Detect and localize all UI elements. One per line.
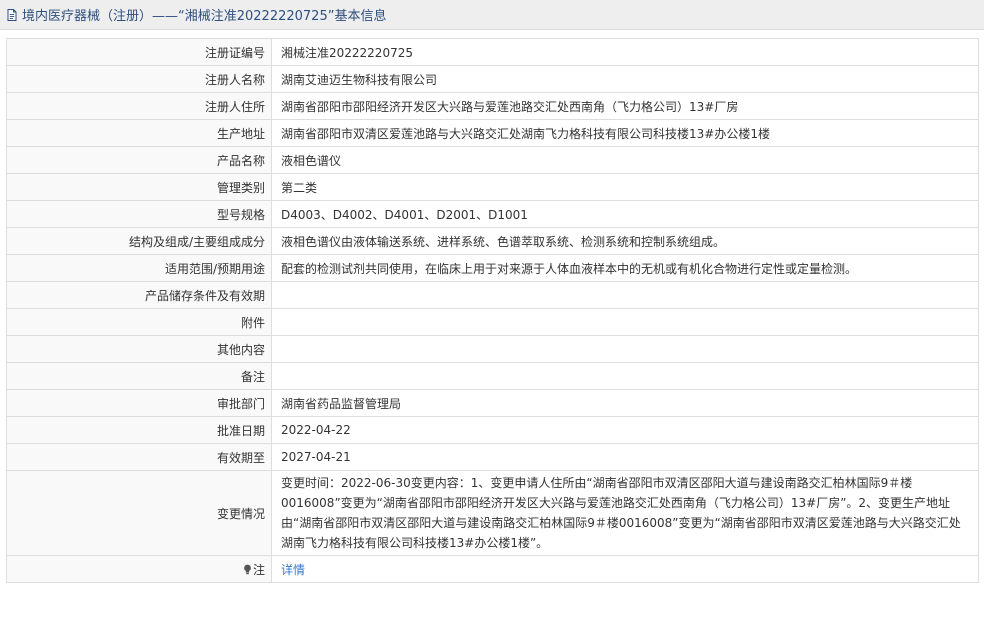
- row-value: 湖南艾迪迈生物科技有限公司: [271, 65, 979, 93]
- table-row: 适用范围/预期用途 配套的检测试剂共同使用，在临床上用于对来源于人体血液样本中的…: [6, 254, 979, 282]
- row-label: 结构及组成/主要组成成分: [6, 227, 272, 255]
- table-row: 注 详情: [6, 555, 979, 583]
- note-label: 注: [252, 562, 265, 577]
- table-row: 附件: [6, 308, 979, 336]
- row-value: 2022-04-22: [271, 416, 979, 444]
- row-value: 变更时间：2022-06-30变更内容：1、变更申请人住所由“湖南省邵阳市双清区…: [271, 470, 979, 556]
- row-label: 注册证编号: [6, 38, 272, 66]
- row-value: 2027-04-21: [271, 443, 979, 471]
- row-label: 注册人名称: [6, 65, 272, 93]
- table-row: 产品名称 液相色谱仪: [6, 146, 979, 174]
- page-title: 境内医疗器械（注册）——“湘械注准20222220725”基本信息: [22, 9, 387, 24]
- table-row: 审批部门 湖南省药品监督管理局: [6, 389, 979, 417]
- table-row: 注册人名称 湖南艾迪迈生物科技有限公司: [6, 65, 979, 93]
- row-value: 配套的检测试剂共同使用，在临床上用于对来源于人体血液样本中的无机或有机化合物进行…: [271, 254, 979, 282]
- row-label: 审批部门: [6, 389, 272, 417]
- table-row: 注册人住所 湖南省邵阳市邵阳经济开发区大兴路与爱莲池路交汇处西南角（飞力格公司）…: [6, 92, 979, 120]
- row-label: 产品名称: [6, 146, 272, 174]
- table-row: 结构及组成/主要组成成分 液相色谱仪由液体输送系统、进样系统、色谱萃取系统、检测…: [6, 227, 979, 255]
- row-label: 管理类别: [6, 173, 272, 201]
- row-label: 注册人住所: [6, 92, 272, 120]
- table-row: 变更情况 变更时间：2022-06-30变更内容：1、变更申请人住所由“湖南省邵…: [6, 470, 979, 556]
- table-row: 其他内容: [6, 335, 979, 363]
- detail-table: 注册证编号 湘械注准20222220725 注册人名称 湖南艾迪迈生物科技有限公…: [6, 38, 979, 583]
- row-label: 其他内容: [6, 335, 272, 363]
- table-row: 批准日期 2022-04-22: [6, 416, 979, 444]
- details-link[interactable]: 详情: [281, 563, 305, 577]
- table-row: 产品储存条件及有效期: [6, 281, 979, 309]
- row-label: 型号规格: [6, 200, 272, 228]
- page-header: 境内医疗器械（注册）——“湘械注准20222220725”基本信息: [0, 0, 984, 30]
- row-value: [271, 281, 979, 309]
- row-label: 产品储存条件及有效期: [6, 281, 272, 309]
- row-label: 适用范围/预期用途: [6, 254, 272, 282]
- table-row: 注册证编号 湘械注准20222220725: [6, 38, 979, 66]
- table-row: 备注: [6, 362, 979, 390]
- table-row: 管理类别 第二类: [6, 173, 979, 201]
- row-label: 变更情况: [6, 470, 272, 556]
- row-value: 液相色谱仪: [271, 146, 979, 174]
- row-value: 湘械注准20222220725: [271, 38, 979, 66]
- row-value: D4003、D4002、D4001、D2001、D1001: [271, 200, 979, 228]
- row-value: 湖南省邵阳市邵阳经济开发区大兴路与爱莲池路交汇处西南角（飞力格公司）13#厂房: [271, 92, 979, 120]
- note-label-cell: 注: [6, 555, 272, 583]
- row-value: 湖南省邵阳市双清区爱莲池路与大兴路交汇处湖南飞力格科技有限公司科技楼13#办公楼…: [271, 119, 979, 147]
- row-label: 有效期至: [6, 443, 272, 471]
- row-value: [271, 335, 979, 363]
- row-label: 备注: [6, 362, 272, 390]
- row-value: 液相色谱仪由液体输送系统、进样系统、色谱萃取系统、检测系统和控制系统组成。: [271, 227, 979, 255]
- row-value: [271, 308, 979, 336]
- note-value-cell: 详情: [271, 555, 979, 583]
- table-row: 有效期至 2027-04-21: [6, 443, 979, 471]
- row-label: 生产地址: [6, 119, 272, 147]
- row-label: 附件: [6, 308, 272, 336]
- lightbulb-icon: [243, 564, 252, 575]
- table-row: 型号规格 D4003、D4002、D4001、D2001、D1001: [6, 200, 979, 228]
- row-label: 批准日期: [6, 416, 272, 444]
- table-row: 生产地址 湖南省邵阳市双清区爱莲池路与大兴路交汇处湖南飞力格科技有限公司科技楼1…: [6, 119, 979, 147]
- row-value: 第二类: [271, 173, 979, 201]
- document-icon: [5, 8, 19, 22]
- row-value: 湖南省药品监督管理局: [271, 389, 979, 417]
- row-value: [271, 362, 979, 390]
